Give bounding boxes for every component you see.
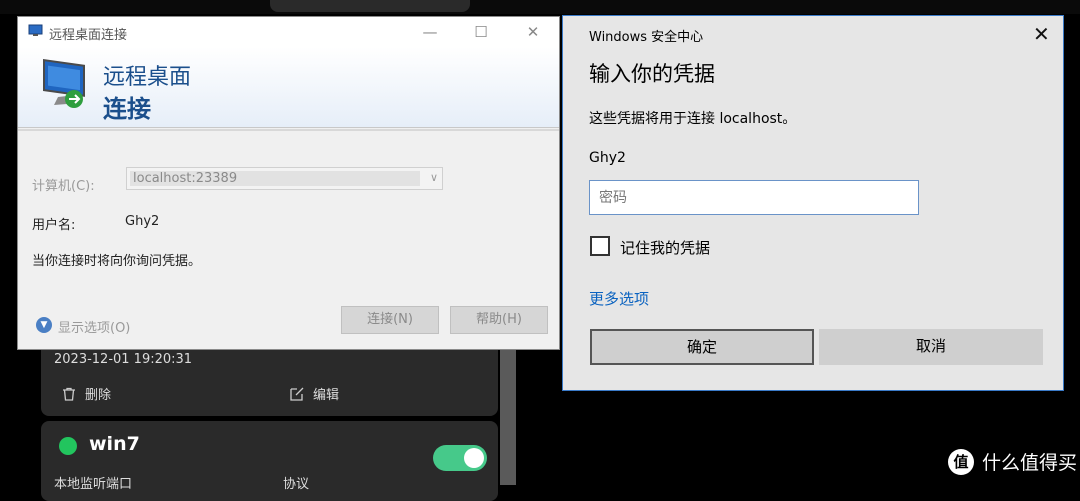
credential-username: Ghy2 xyxy=(589,150,626,166)
watermark: 值 什么值得买 xyxy=(948,448,1077,475)
protocol-label: 协议 xyxy=(283,477,310,492)
dialog-title: Windows 安全中心 xyxy=(589,30,704,45)
dialog-heading: 输入你的凭据 xyxy=(589,62,715,86)
enable-toggle[interactable] xyxy=(433,445,487,471)
remote-desktop-icon xyxy=(28,24,43,36)
banner-title-line1: 远程桌面 xyxy=(103,65,192,90)
delete-label: 删除 xyxy=(85,388,112,403)
rdp-window-title: 远程桌面连接 xyxy=(49,28,128,43)
edit-button[interactable]: 编辑 xyxy=(289,384,339,403)
banner-title-line2: 连接 xyxy=(103,95,151,123)
monitor-icon xyxy=(43,58,85,108)
close-icon[interactable]: ✕ xyxy=(1033,22,1050,46)
connection-name: win7 xyxy=(89,433,140,455)
username-value: Ghy2 xyxy=(125,214,160,229)
computer-value: localhost:23389 xyxy=(133,171,238,186)
close-button[interactable]: ✕ xyxy=(523,22,543,42)
background-search-bar[interactable] xyxy=(270,0,470,12)
help-button[interactable]: 帮助(H) xyxy=(450,306,548,334)
username-label: 用户名: xyxy=(32,218,76,233)
connect-button[interactable]: 连接(N) xyxy=(341,306,439,334)
card-timestamp: 2023-12-01 19:20:31 xyxy=(54,352,193,367)
chevron-down-icon[interactable]: ∨ xyxy=(430,171,438,184)
more-options-link[interactable]: 更多选项 xyxy=(589,288,649,309)
toggle-knob xyxy=(464,448,484,468)
credentials-hint: 当你连接时将向你询问凭据。 xyxy=(32,254,202,269)
remote-desktop-window: 远程桌面连接 — ☐ ✕ 远程桌面 连接 计算机(C): localhost:2… xyxy=(17,16,560,350)
computer-label: 计算机(C): xyxy=(32,179,95,194)
cancel-button[interactable]: 取消 xyxy=(819,329,1043,365)
minimize-button[interactable]: — xyxy=(420,22,440,42)
dialog-description: 这些凭据将用于连接 localhost。 xyxy=(589,111,797,127)
background-top-bar xyxy=(0,0,1080,14)
remember-label[interactable]: 记住我的凭据 xyxy=(620,237,710,258)
connection-card-win7: win7 本地监听端口 协议 xyxy=(41,421,498,501)
ok-button[interactable]: 确定 xyxy=(590,329,814,365)
edit-icon xyxy=(290,387,304,401)
banner-divider xyxy=(18,129,559,131)
connection-card: 2023-12-01 19:20:31 删除 编辑 xyxy=(41,340,498,416)
trash-icon xyxy=(63,387,75,401)
windows-security-dialog: Windows 安全中心 ✕ 输入你的凭据 这些凭据将用于连接 localhos… xyxy=(562,15,1064,391)
rdp-banner: 远程桌面 连接 xyxy=(18,47,559,128)
show-options-link[interactable]: 显示选项(O) xyxy=(58,317,130,336)
expand-options-icon[interactable]: ▼ xyxy=(36,317,52,333)
watermark-logo: 值 xyxy=(948,448,974,475)
rdp-title-bar[interactable]: 远程桌面连接 — ☐ ✕ xyxy=(18,17,559,47)
computer-combobox[interactable]: localhost:23389 ∨ xyxy=(126,167,443,190)
delete-button[interactable]: 删除 xyxy=(61,384,111,403)
status-dot xyxy=(59,437,77,455)
password-field[interactable] xyxy=(589,180,919,215)
maximize-button[interactable]: ☐ xyxy=(471,22,491,42)
background-scrollbar[interactable] xyxy=(500,350,516,485)
local-port-label: 本地监听端口 xyxy=(54,477,133,492)
edit-label: 编辑 xyxy=(313,388,340,403)
watermark-text: 什么值得买 xyxy=(982,452,1078,474)
remember-checkbox[interactable] xyxy=(590,236,610,256)
